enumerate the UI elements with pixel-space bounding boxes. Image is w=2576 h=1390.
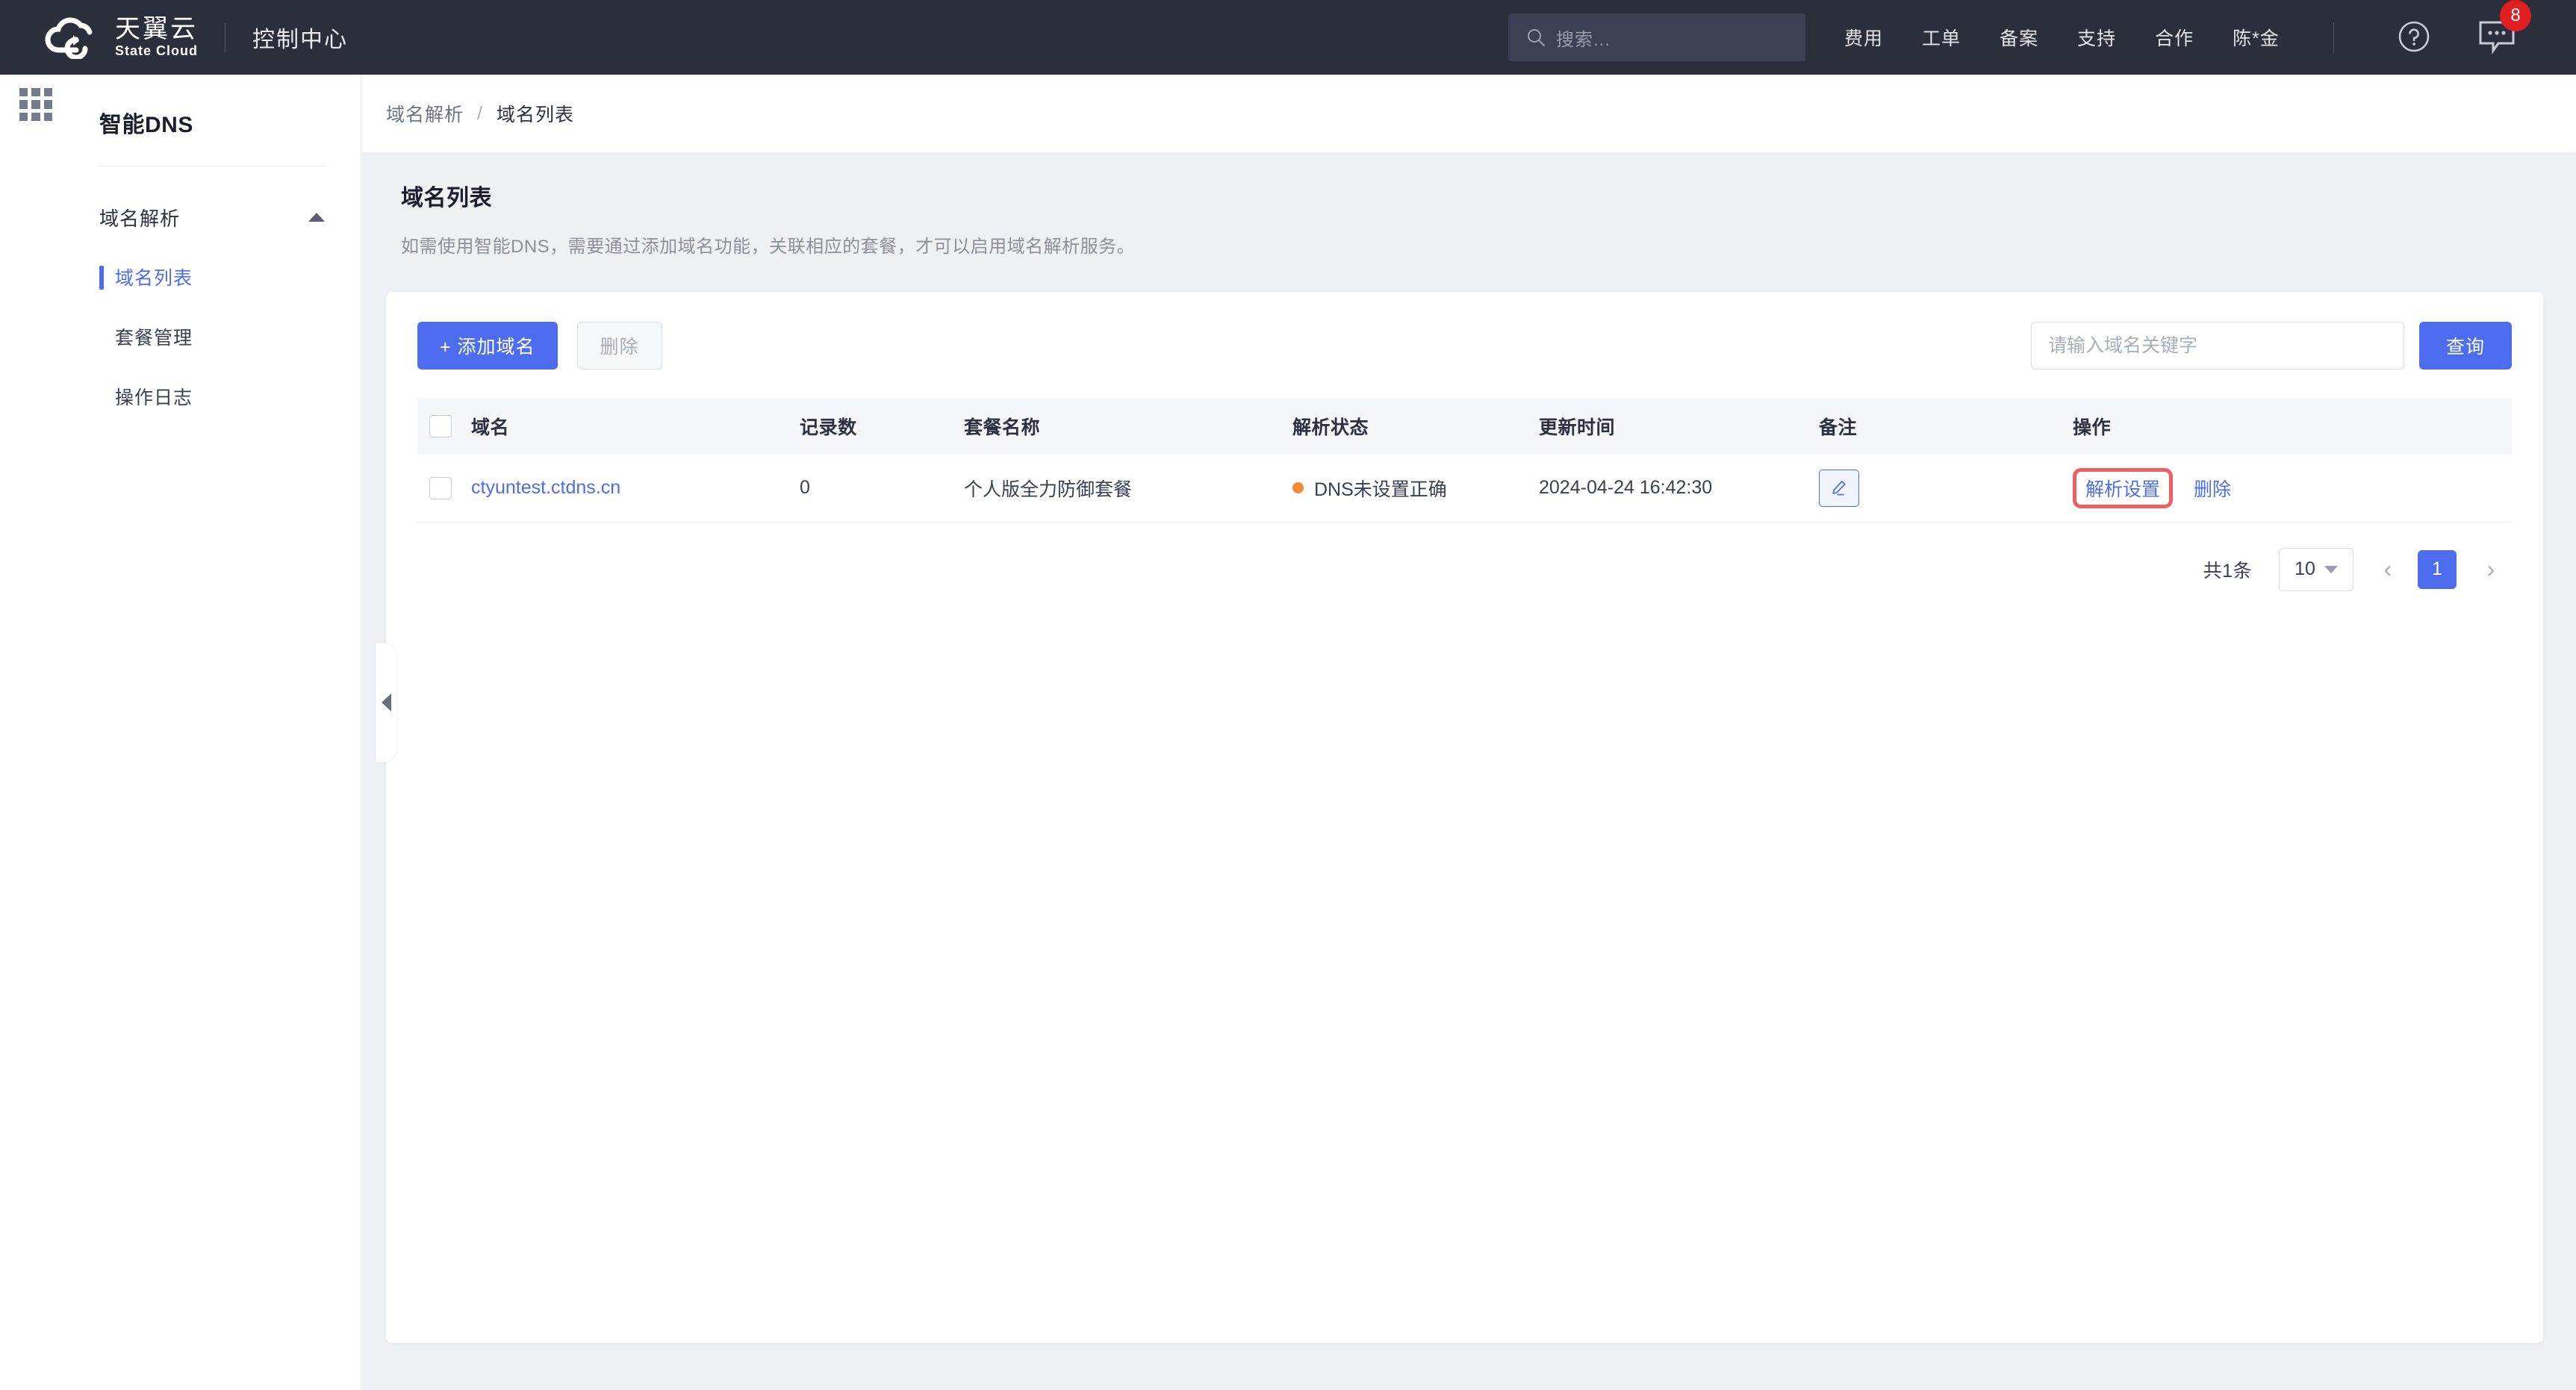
search-icon <box>1528 29 1545 46</box>
header-nav-divider <box>2333 22 2334 54</box>
column-header-actions: 操作 <box>2073 398 2512 455</box>
global-search-box[interactable]: 搜索... <box>1508 13 1805 61</box>
select-all-header <box>417 398 471 455</box>
product-sidebar: 智能DNS 域名解析 域名列表 套餐管理 操作日志 <box>72 75 361 1390</box>
cell-updated-time: 2024-04-24 16:42:30 <box>1539 455 1819 523</box>
pagination-total: 共1条 <box>2203 560 2252 582</box>
pagination-prev-button[interactable]: ‹ <box>2373 555 2403 585</box>
sidebar-item-package-management[interactable]: 套餐管理 <box>72 316 361 358</box>
column-header-status: 解析状态 <box>1292 398 1539 455</box>
query-button[interactable]: 查询 <box>2418 322 2512 370</box>
pagination-next-button[interactable]: › <box>2476 555 2506 585</box>
column-header-package: 套餐名称 <box>964 398 1292 455</box>
edit-note-button[interactable] <box>1819 469 1859 507</box>
chevron-up-icon <box>308 213 325 222</box>
table-body: ctyuntest.ctdns.cn 0 个人版全力防御套餐 DNS未设置正确 … <box>417 455 2512 523</box>
column-header-updated: 更新时间 <box>1539 398 1819 455</box>
brand-name-en: State Cloud <box>115 43 199 58</box>
status-text: DNS未设置正确 <box>1314 479 1447 500</box>
breadcrumb-separator: / <box>477 102 483 124</box>
resolution-settings-link[interactable]: 解析设置 <box>2085 475 2160 502</box>
nav-item-icp[interactable]: 备案 <box>2000 24 2038 51</box>
status-dot-icon <box>1292 482 1304 494</box>
cell-actions: 解析设置 删除 <box>2073 455 2512 523</box>
chevron-left-icon <box>381 694 391 711</box>
domain-link[interactable]: ctyuntest.ctdns.cn <box>471 477 620 498</box>
domain-table: 域名 记录数 套餐名称 解析状态 更新时间 备注 操作 ctyuntest.ct… <box>417 398 2512 523</box>
nav-item-fee[interactable]: 费用 <box>1844 24 1883 51</box>
sidebar-item-label: 操作日志 <box>115 387 193 408</box>
sidebar-item-label: 域名列表 <box>115 268 193 289</box>
sidebar-item-label: 套餐管理 <box>115 328 193 349</box>
pencil-icon <box>1832 480 1846 496</box>
page-size-select[interactable]: 10 <box>2279 547 2353 591</box>
message-count-badge: 8 <box>2500 0 2531 31</box>
column-header-note: 备注 <box>1819 398 2073 455</box>
header-nav: 费用 工单 备案 支持 合作 陈*金 <box>1844 0 2318 75</box>
cloud-logo-icon <box>45 17 93 59</box>
sidebar-collapse-handle[interactable] <box>376 643 396 762</box>
table-head: 域名 记录数 套餐名称 解析状态 更新时间 备注 操作 <box>417 398 2512 455</box>
delete-button[interactable]: 删除 <box>576 322 662 370</box>
help-icon[interactable] <box>2397 19 2431 54</box>
table-toolbar: + 添加域名 删除 查询 <box>417 292 2512 370</box>
sidebar-item-operation-log[interactable]: 操作日志 <box>72 375 361 417</box>
page-description: 如需使用智能DNS，需要通过添加域名功能，关联相应的套餐，才可以启用域名解析服务… <box>401 237 1136 257</box>
domain-search-input[interactable] <box>2030 322 2404 370</box>
sidebar-group-label: 域名解析 <box>99 207 181 230</box>
brand-logo-block[interactable]: 天翼云 State Cloud <box>43 16 198 59</box>
cell-domain: ctyuntest.ctdns.cn <box>471 455 800 523</box>
cell-records: 0 <box>800 455 964 523</box>
breadcrumb: 域名解析 / 域名列表 <box>362 75 2576 152</box>
column-header-records: 记录数 <box>800 398 964 455</box>
row-delete-link[interactable]: 删除 <box>2194 475 2231 502</box>
page-title: 域名列表 <box>401 186 492 211</box>
top-header-bar: 天翼云 State Cloud 控制中心 搜索... 费用 工单 备案 支持 合… <box>0 0 2576 75</box>
nav-item-account[interactable]: 陈*金 <box>2233 24 2280 51</box>
chevron-down-icon <box>2324 565 2338 573</box>
row-select-cell <box>417 455 471 523</box>
brand-name-cn: 天翼云 <box>115 15 198 43</box>
main-area: 域名解析 / 域名列表 域名列表 如需使用智能DNS，需要通过添加域名功能，关联… <box>362 75 2576 1390</box>
cell-note <box>1819 455 2073 523</box>
nav-item-partner[interactable]: 合作 <box>2155 24 2194 51</box>
domain-list-card: + 添加域名 删除 查询 域名 记录数 套餐名称 解析状 <box>376 292 2543 1343</box>
nav-item-ticket[interactable]: 工单 <box>1922 24 1961 51</box>
console-title: 控制中心 <box>252 28 349 52</box>
page-size-value: 10 <box>2295 558 2315 579</box>
sidebar-title: 智能DNS <box>99 113 193 137</box>
content-region: 域名列表 如需使用智能DNS，需要通过添加域名功能，关联相应的套餐，才可以启用域… <box>362 152 2576 1390</box>
table-search-group: 查询 <box>2030 322 2512 370</box>
row-checkbox[interactable] <box>429 476 452 499</box>
pagination: 共1条 10 ‹ 1 › <box>417 523 2512 591</box>
page-header: 域名列表 如需使用智能DNS，需要通过添加域名功能，关联相应的套餐，才可以启用域… <box>386 152 2543 258</box>
add-domain-button[interactable]: + 添加域名 <box>417 322 558 370</box>
cell-package: 个人版全力防御套餐 <box>964 455 1292 523</box>
select-all-checkbox[interactable] <box>429 415 452 438</box>
resolution-settings-highlight: 解析设置 <box>2073 467 2174 508</box>
sidebar-item-domain-list[interactable]: 域名列表 <box>72 256 361 298</box>
table-header-row: 域名 记录数 套餐名称 解析状态 更新时间 备注 操作 <box>417 398 2512 455</box>
left-rail <box>0 75 72 1390</box>
global-search-placeholder: 搜索... <box>1556 29 1611 50</box>
apps-grid-icon[interactable] <box>19 88 52 121</box>
pagination-page-1[interactable]: 1 <box>2418 549 2457 589</box>
nav-item-support[interactable]: 支持 <box>2077 24 2116 51</box>
table-row: ctyuntest.ctdns.cn 0 个人版全力防御套餐 DNS未设置正确 … <box>417 455 2512 523</box>
cell-status: DNS未设置正确 <box>1292 455 1539 523</box>
breadcrumb-current[interactable]: 域名列表 <box>497 100 574 127</box>
column-header-domain: 域名 <box>471 398 800 455</box>
breadcrumb-parent[interactable]: 域名解析 <box>386 100 464 127</box>
sidebar-group-dns-resolution[interactable]: 域名解析 <box>72 196 361 238</box>
